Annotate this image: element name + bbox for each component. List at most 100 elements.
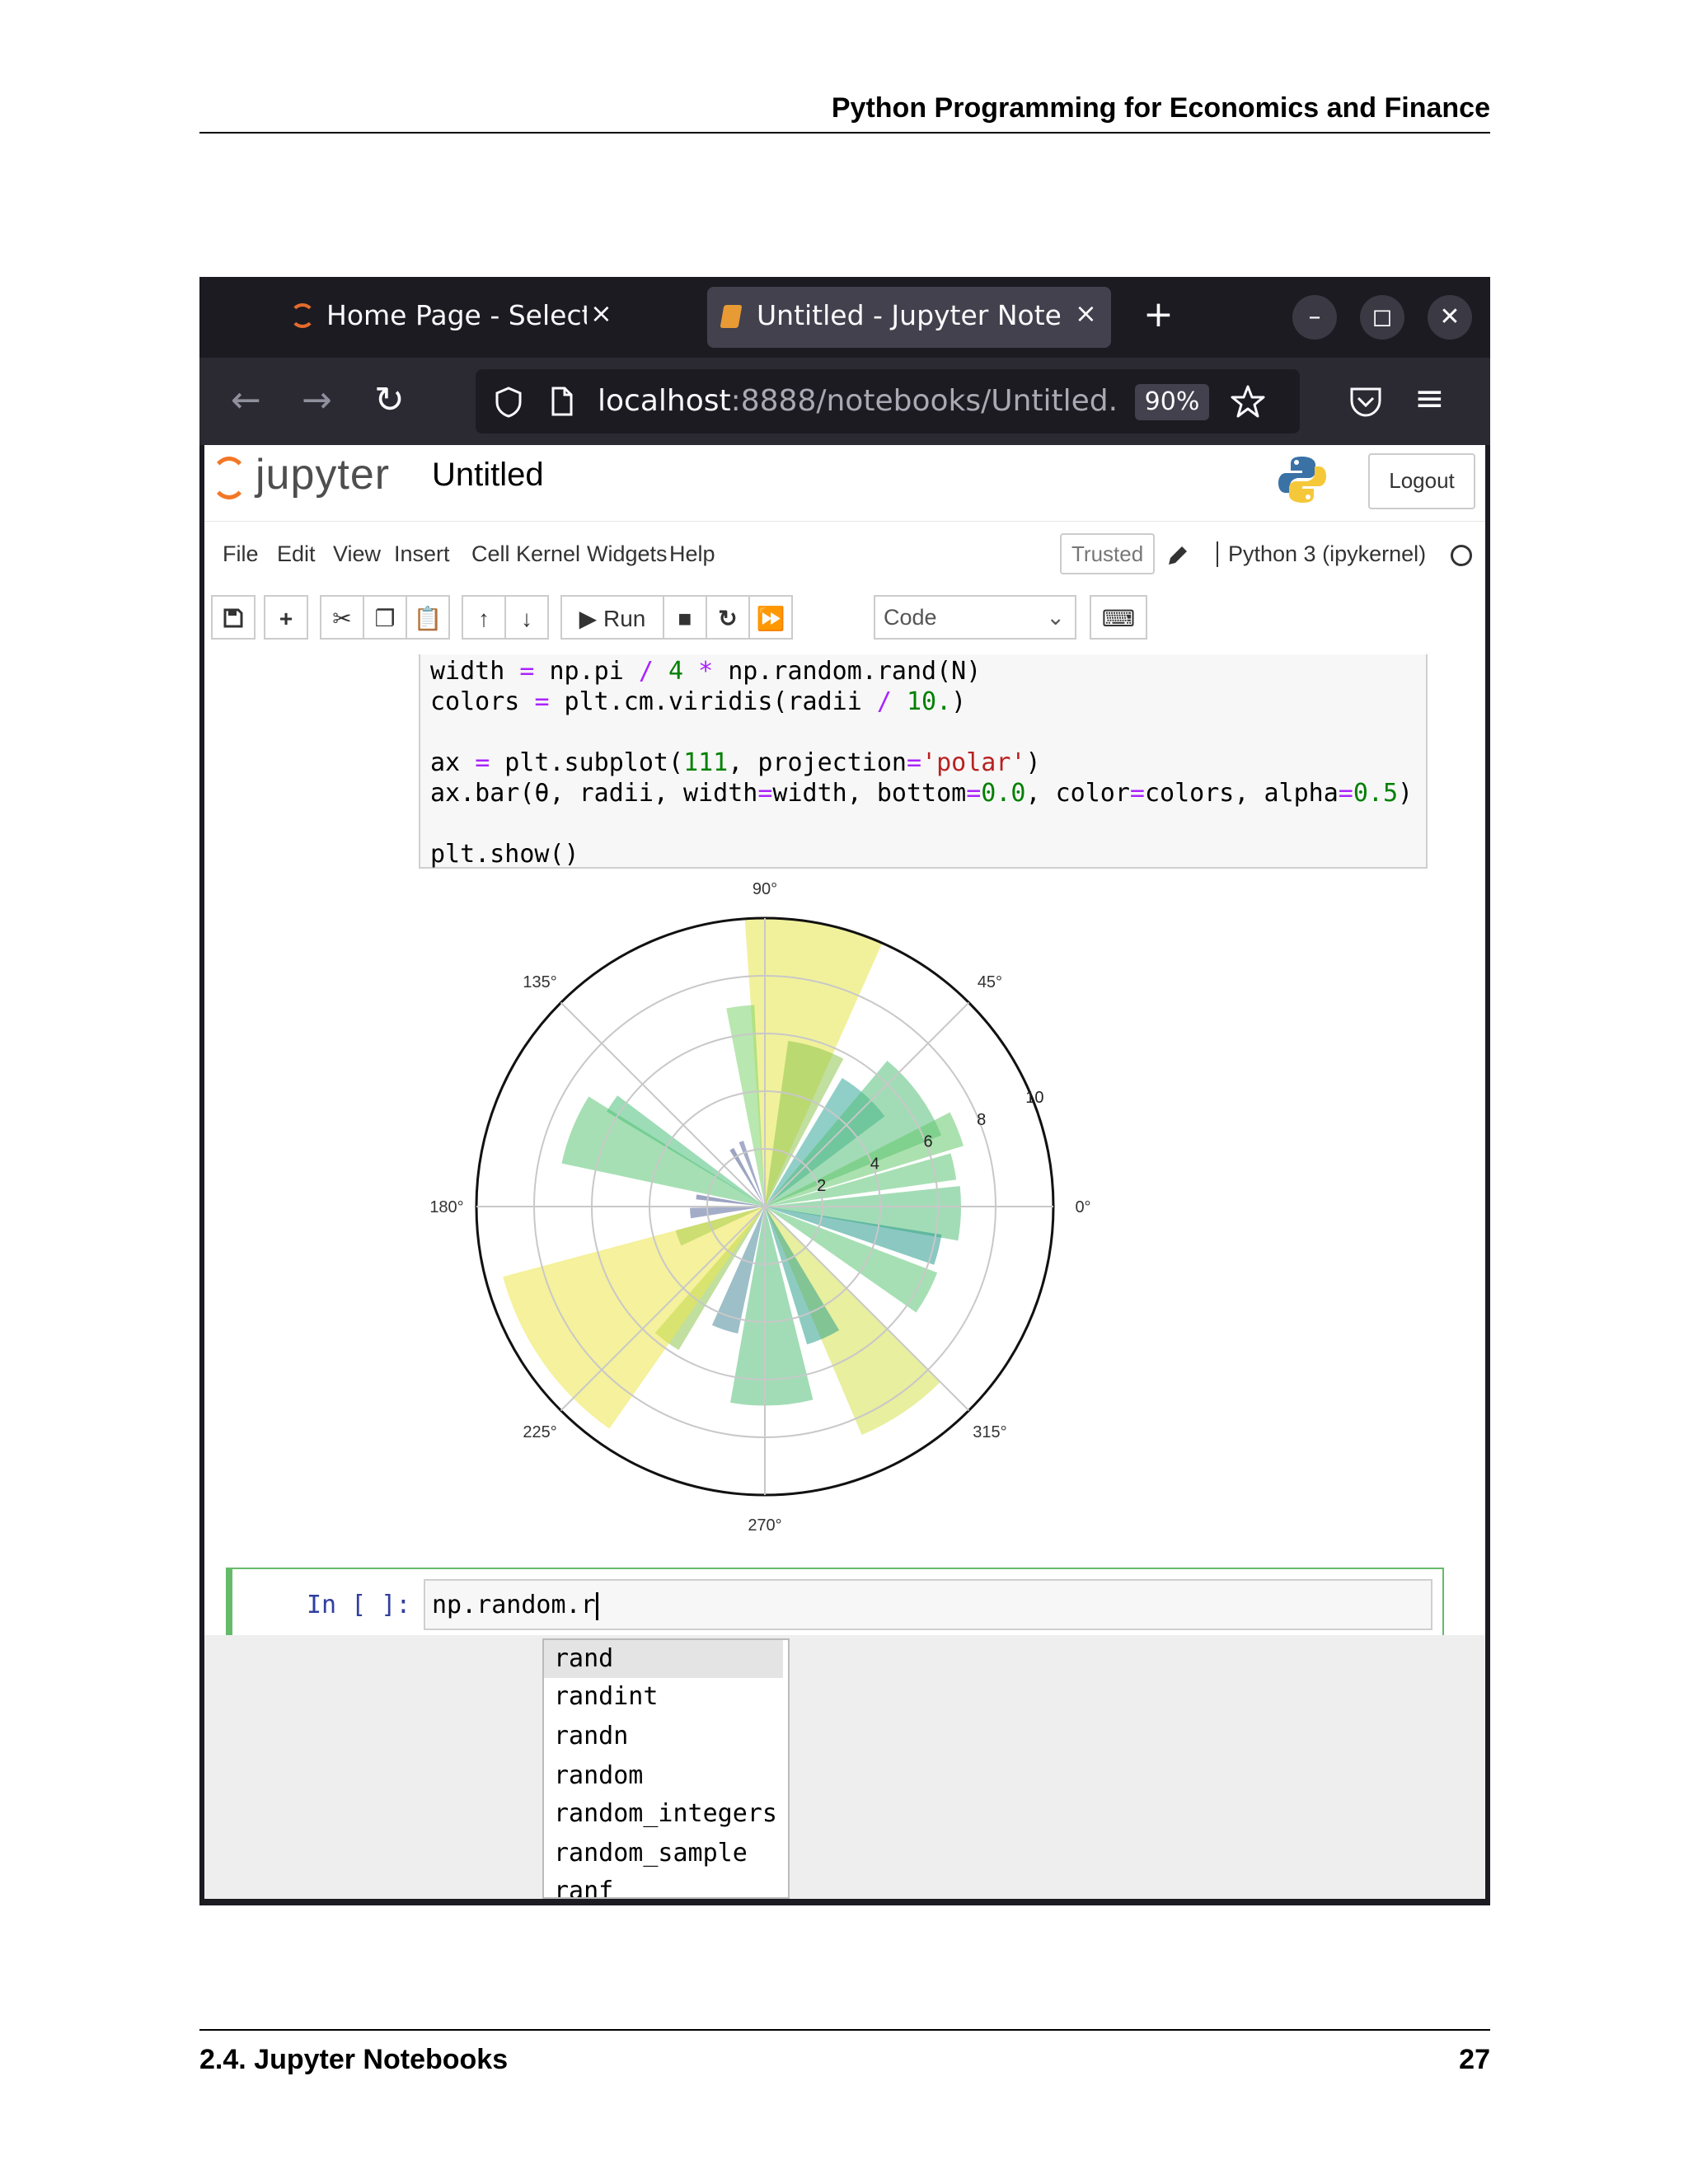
code-input[interactable]: np.random.r xyxy=(424,1579,1432,1630)
run-label: Run xyxy=(603,606,646,631)
radial-tick-label: 8 xyxy=(977,1111,986,1129)
book-title: Python Programming for Economics and Fin… xyxy=(831,92,1490,124)
radial-tick-label: 10 xyxy=(1025,1089,1043,1107)
move-up-icon[interactable]: ↑ xyxy=(462,595,506,640)
angle-tick-label: 45° xyxy=(978,973,1002,991)
close-window-button[interactable]: ✕ xyxy=(1428,295,1472,340)
tab-untitled-notebook[interactable]: Untitled - Jupyter Note × xyxy=(707,287,1111,348)
restart-icon[interactable]: ↻ xyxy=(706,595,750,640)
keyboard-icon[interactable]: ⌨ xyxy=(1090,595,1147,640)
footer-section: 2.4. Jupyter Notebooks xyxy=(199,2044,509,2075)
input-cell[interactable]: In [ ]: np.random.r xyxy=(226,1568,1444,1635)
menu-view[interactable]: View xyxy=(333,541,381,567)
tab-label: Untitled - Jupyter Note xyxy=(757,299,1060,331)
maximize-button[interactable]: ◻ xyxy=(1360,295,1404,340)
hamburger-menu-icon[interactable]: ≡ xyxy=(1414,377,1445,419)
python-logo-icon xyxy=(1278,457,1326,503)
completion-randint[interactable]: randint xyxy=(544,1678,788,1716)
code-line-1: width = np.pi / 4 * np.random.rand(N) xyxy=(430,657,982,686)
code-input-text[interactable]: np.random.r xyxy=(432,1591,598,1620)
chart-bars xyxy=(503,918,964,1436)
menu-file[interactable]: File xyxy=(223,541,259,567)
shield-icon[interactable] xyxy=(494,386,523,419)
forward-arrow-icon[interactable]: → xyxy=(302,379,332,421)
radial-tick-label: 2 xyxy=(817,1177,826,1195)
completion-ranf[interactable]: ranf xyxy=(544,1872,788,1897)
menu-edit[interactable]: Edit xyxy=(277,541,316,567)
page-icon[interactable] xyxy=(550,386,574,417)
polar-chart: 0° 45° 90° 135° 180° 225° 270° 315° 2 4 6 8 10 xyxy=(429,880,1090,1535)
notebook-favicon-icon xyxy=(720,305,743,328)
page-footer: 2.4. Jupyter Notebooks 27 xyxy=(199,2029,1490,2075)
text-cursor xyxy=(595,1591,598,1620)
move-down-icon[interactable]: ↓ xyxy=(504,595,549,640)
url-path: :8888/notebooks/Untitled.i xyxy=(730,384,1115,418)
code-cell[interactable]: width = np.pi / 4 * np.random.rand(N) co… xyxy=(419,654,1428,869)
angle-tick-label: 225° xyxy=(523,1423,556,1441)
completion-randn[interactable]: randn xyxy=(544,1718,788,1755)
zoom-level[interactable]: 90% xyxy=(1135,384,1209,420)
kernel-idle-indicator-icon xyxy=(1451,545,1472,566)
fast-forward-icon[interactable]: ⏩ xyxy=(748,595,793,640)
copy-icon[interactable]: ❐ xyxy=(363,595,407,640)
tab-bar: Home Page - Select or c × Untitled - Jup… xyxy=(199,277,1490,358)
completion-random[interactable]: random xyxy=(544,1757,788,1795)
radial-tick-label: 6 xyxy=(923,1133,932,1151)
run-button[interactable]: ▶ Run xyxy=(560,595,664,640)
code-line-7: plt.show() xyxy=(430,840,579,869)
notebook-toolbar: + ✂ ❐ 📋 ↑ ↓ ▶ Run ■ ↻ ⏩ Code ⌄ ⌨ xyxy=(204,588,1485,655)
tab-label: Home Page - Select or c xyxy=(326,299,587,331)
play-icon: ▶ xyxy=(579,606,598,631)
radial-tick-label: 4 xyxy=(870,1155,879,1173)
reload-icon[interactable]: ↻ xyxy=(374,379,405,421)
new-tab-button[interactable]: + xyxy=(1143,293,1174,335)
stop-icon[interactable]: ■ xyxy=(663,595,707,640)
pocket-icon[interactable] xyxy=(1348,386,1383,419)
completion-rand[interactable]: rand xyxy=(544,1640,783,1678)
angle-tick-label: 270° xyxy=(748,1516,781,1535)
code-line-5: ax.bar(θ, radii, width=width, bottom=0.0… xyxy=(430,779,1414,808)
notebook-name[interactable]: Untitled xyxy=(432,457,544,494)
browser-screenshot: Home Page - Select or c × Untitled - Jup… xyxy=(199,277,1490,1905)
trusted-badge[interactable]: Trusted xyxy=(1060,533,1156,574)
url-bar[interactable]: localhost:8888/notebooks/Untitled.i 90% xyxy=(476,369,1300,434)
minimize-button[interactable]: – xyxy=(1292,295,1337,340)
completion-random-integers[interactable]: random_integers xyxy=(544,1795,788,1833)
code-text: width = np.pi / 4 * np.random.rand(N) co… xyxy=(430,656,1413,869)
menu-bar: File Edit View Insert Cell Kernel Widget… xyxy=(204,521,1485,589)
completion-random-sample[interactable]: random_sample xyxy=(544,1835,788,1872)
angle-tick-label: 135° xyxy=(523,973,556,991)
angle-tick-label: 0° xyxy=(1075,1198,1090,1216)
insert-cell-icon[interactable]: + xyxy=(264,595,308,640)
autocomplete-dropdown[interactable]: rand randint randn random random_integer… xyxy=(542,1638,790,1899)
save-icon[interactable] xyxy=(211,595,256,640)
menu-widgets[interactable]: Widgets xyxy=(587,541,668,567)
typed-text: np.random.r xyxy=(432,1591,596,1619)
menu-insert[interactable]: Insert xyxy=(394,541,450,567)
bookmark-star-icon[interactable] xyxy=(1231,384,1265,419)
cell-type-select[interactable]: Code ⌄ xyxy=(874,595,1076,640)
code-line-4: ax = plt.subplot(111, projection='polar'… xyxy=(430,748,1041,777)
chart-grid xyxy=(475,916,1055,1497)
loading-spinner-icon xyxy=(290,303,315,328)
paste-icon[interactable]: 📋 xyxy=(406,595,450,640)
menu-kernel[interactable]: Kernel xyxy=(516,541,580,567)
edit-pencil-icon[interactable] xyxy=(1165,543,1190,568)
menu-help[interactable]: Help xyxy=(669,541,715,567)
tab-home-page[interactable]: Home Page - Select or c × xyxy=(290,287,612,348)
tab-close-icon[interactable]: × xyxy=(1075,298,1097,329)
jupyter-header: jupyter Untitled Logout xyxy=(204,445,1485,521)
chevron-down-icon: ⌄ xyxy=(1046,605,1065,630)
cut-icon[interactable]: ✂ xyxy=(320,595,364,640)
logout-button[interactable]: Logout xyxy=(1368,453,1475,509)
url-text[interactable]: localhost:8888/notebooks/Untitled.i xyxy=(598,384,1115,418)
tab-close-icon[interactable]: × xyxy=(590,298,612,329)
code-line-2: colors = plt.cm.viridis(radii / 10.) xyxy=(430,687,967,716)
page-header: Python Programming for Economics and Fin… xyxy=(199,89,1490,134)
back-arrow-icon[interactable]: ← xyxy=(231,379,261,421)
jupyter-logo-icon[interactable] xyxy=(211,457,247,499)
menu-cell[interactable]: Cell xyxy=(471,541,510,567)
url-host: localhost xyxy=(598,384,731,418)
kernel-name[interactable]: Python 3 (ipykernel) xyxy=(1217,541,1426,567)
jupyter-logo-text[interactable]: jupyter xyxy=(256,450,390,499)
